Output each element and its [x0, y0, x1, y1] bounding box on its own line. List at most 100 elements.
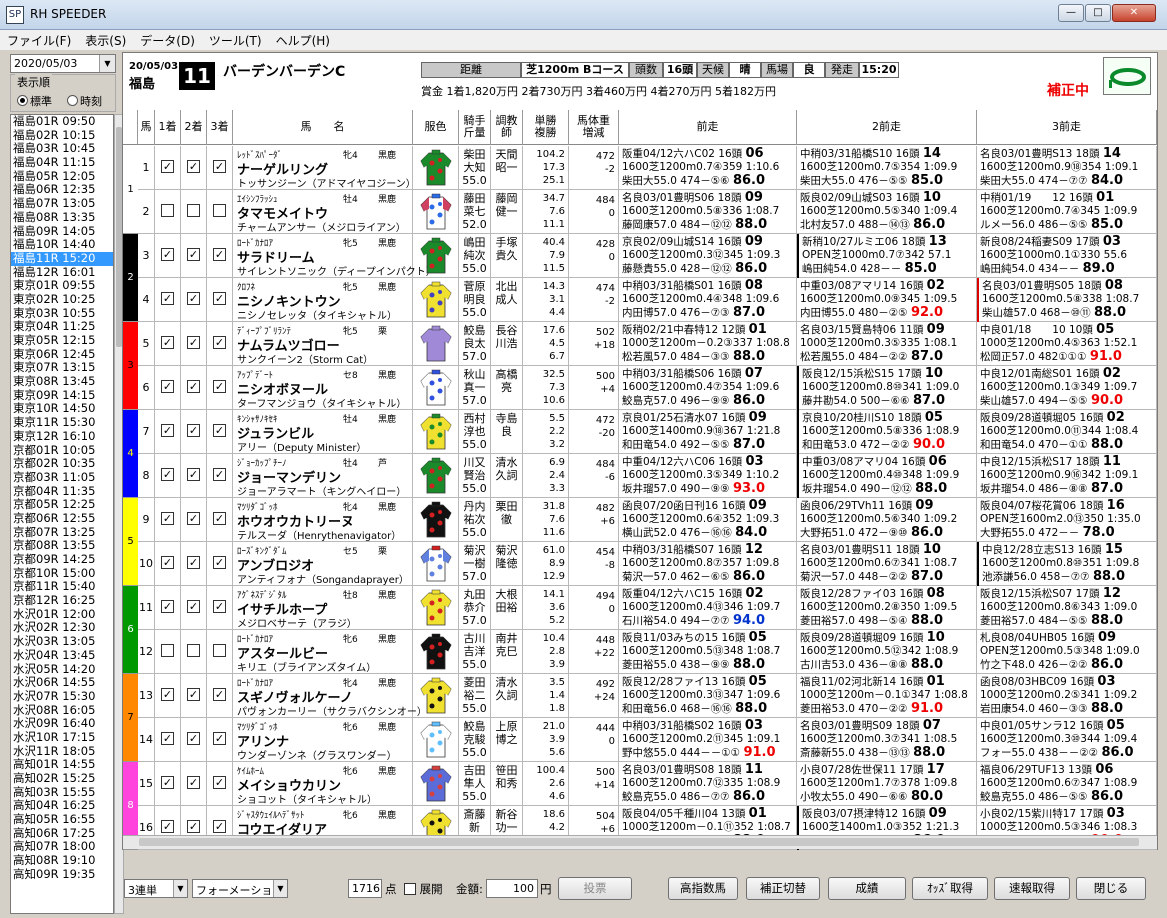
race-list-item[interactable]: 水沢10R 17:15 [11, 730, 113, 745]
horse-row[interactable]: 15 ✓ ✓ ✓ ｹｲﾑﾎｰﾑ 牝6 黒鹿 メイショウカリン ショコット（タイキシャトル） 吉田 … [138, 762, 1157, 806]
race-list-item[interactable]: 水沢01R 12:00 [11, 607, 113, 622]
prev-race-p2[interactable]: 名良03/01豊明S09 18頭 07 1600芝1200m0.3⑦341 1:0… [797, 718, 977, 762]
horse-name-cell[interactable]: ﾛｰﾄﾞｶﾅﾛｱ 牝5 黒鹿 サラドリーム サイレントソニック（ディープインパクト） [233, 234, 436, 278]
finish-checkbox[interactable]: ✓ [161, 556, 174, 569]
horse-name-cell[interactable]: ﾃﾞｨｰﾌﾟﾌﾞﾘﾗﾝﾃ 牝5 栗ナムラムツゴロー サンクイーン2（Storm Cat… [233, 322, 413, 366]
col-header-num[interactable]: 馬 [138, 110, 155, 145]
finish-checkbox[interactable]: ✓ [187, 380, 200, 393]
race-list-item[interactable]: 東京01R 09:55 [11, 279, 113, 293]
race-list-item[interactable]: 高知03R 15:55 [11, 785, 113, 800]
prev-race-p1[interactable]: 京良01/25石清水07 16頭 09 1600芝1400m0.9⑱367 1:2… [619, 410, 797, 454]
race-list-item[interactable]: 東京07R 13:15 [11, 361, 113, 375]
race-list-item[interactable]: 東京03R 10:55 [11, 306, 113, 321]
horse-row[interactable]: 10 ✓ ✓ ✓ ﾛｰｽﾞｷﾝｸﾞﾀﾞﾑ セ5 栗アンブロジオ アンティフォナ（Songand… [138, 542, 1157, 586]
prev-race-p3[interactable]: 福良06/29TUF13 13頭 06 1600芝1200m0.6⑦347 1:0… [977, 762, 1157, 806]
race-list-item[interactable]: 水沢05R 14:20 [11, 662, 113, 677]
race-list-item[interactable]: 福島11R 15:20 [11, 251, 113, 266]
race-list-item[interactable]: 京都10R 15:00 [11, 566, 113, 581]
race-list-item[interactable]: 福島06R 12:35 [11, 183, 113, 197]
finish-checkbox[interactable]: ✓ [161, 380, 174, 393]
horse-name-cell[interactable]: ｼﾞｮｰｶｯﾌﾟﾁｰﾉ 牡4 芦ジョーマンデリン ジョーアラマート（キングヘイロー） [233, 454, 413, 498]
race-list-item[interactable]: 福島07R 13:05 [11, 196, 113, 211]
finish-checkbox[interactable]: ✓ [161, 776, 174, 789]
race-list-item[interactable]: 東京11R 15:30 [11, 415, 113, 430]
horse-name-cell[interactable]: ﾛｰﾄﾞｶﾅﾛｱ 牝4 黒鹿 スギノヴォルケーノ パヴォンカーリー（サクラバクシンオー） [233, 674, 427, 718]
scrollbar-thumb[interactable] [139, 838, 1139, 846]
finish-checkbox[interactable]: ✓ [187, 688, 200, 701]
menu-file[interactable]: ファイル(F) [0, 30, 78, 51]
horse-row[interactable]: 6 ✓ ✓ ✓ ｱｯﾌﾟﾃﾞｰﾄ セ8 黒鹿 ニシオボヌール ターフマンジョウ（タイキシャトル）… [138, 366, 1157, 410]
finish-checkbox[interactable]: ✓ [213, 424, 226, 437]
horse-name-cell[interactable]: ﾛｰﾄﾞｶﾅﾛｱ 牝6 黒鹿 アスタールビー キリエ（ブライアンズタイム） [233, 630, 413, 674]
prev-race-p3[interactable]: 新良08/24稲妻S09 17頭 03 1600芝1000m0.1①330 55.… [977, 234, 1157, 278]
horse-row[interactable]: 4 ✓ ✓ ✓ ｸﾛﾌﾈ 牝5 黒鹿 ニシノキントウン ニシノセレッタ（タイキシャトル） 菅原 明… [138, 278, 1157, 322]
col-header-1st[interactable]: 1着 [155, 110, 181, 145]
finish-checkbox[interactable]: ✓ [213, 820, 226, 833]
horse-name-cell[interactable]: ｹｲﾑﾎｰﾑ 牝6 黒鹿 メイショウカリン ショコット（タイキシャトル） [233, 762, 413, 806]
prev-race-p2[interactable]: 京良10/20桂川S10 18頭 05 1600芝1200m0.5⑧336 1:0… [797, 410, 977, 454]
prev-race-p3[interactable]: 中良12/01南総S01 16頭 02 1600芝1200m0.1③349 1:0… [977, 366, 1157, 410]
finish-checkbox[interactable] [187, 204, 200, 217]
finish-checkbox[interactable]: ✓ [187, 820, 200, 833]
bet-type-select[interactable]: 3連単 ▼ [124, 879, 188, 898]
prev-race-p1[interactable]: 中稍03/31船橋S07 16頭 12 1600芝1200m0.8⑦357 1:0… [619, 542, 797, 586]
prev-race-p3[interactable]: 中良12/15浜松S17 18頭 11 1600芝1200m0.9⑯342 1:0… [977, 454, 1157, 498]
bet-mode-select[interactable]: フォーメーション ▼ [192, 879, 288, 898]
prev-race-p3[interactable]: 中良12/28立志S13 16頭 15 1600芝1200m0.8⑩351 1:0… [977, 542, 1157, 586]
race-list-item[interactable]: 東京08R 13:45 [11, 374, 113, 389]
close-window-button[interactable]: 閉じる [1076, 877, 1146, 900]
finish-checkbox[interactable]: ✓ [213, 292, 226, 305]
finish-checkbox[interactable]: ✓ [161, 820, 174, 833]
date-select[interactable]: 2020/05/03 ▼ [10, 54, 116, 73]
race-list-item[interactable]: 水沢07R 15:30 [11, 689, 113, 704]
col-header-odds[interactable]: 単勝 複勝 [523, 110, 569, 145]
finish-checkbox[interactable]: ✓ [161, 732, 174, 745]
finish-checkbox[interactable]: ✓ [187, 336, 200, 349]
finish-checkbox[interactable]: ✓ [213, 160, 226, 173]
finish-checkbox[interactable]: ✓ [213, 248, 226, 261]
horse-row[interactable]: 3 ✓ ✓ ✓ ﾛｰﾄﾞｶﾅﾛｱ 牝5 黒鹿 サラドリーム サイレントソニック（ディープインパク… [138, 234, 1157, 278]
prev-race-p1[interactable]: 中稍03/31船橋S02 16頭 03 1600芝1200m0.2⑪345 1:0… [619, 718, 797, 762]
chevron-down-icon[interactable]: ▼ [99, 55, 115, 72]
horse-row[interactable]: 1 ✓ ✓ ✓ ﾚｯﾄﾞｽﾊﾟｰﾀﾞ 牝4 黒鹿 ナーゲルリング トッサンジーン（アドマイヤコジ… [138, 146, 1157, 190]
prev-race-p2[interactable]: 名良03/01豊明S11 18頭 10 1600芝1200m0.6⑦341 1:0… [797, 542, 977, 586]
finish-checkbox[interactable]: ✓ [161, 292, 174, 305]
horse-row[interactable]: 5 ✓ ✓ ✓ ﾃﾞｨｰﾌﾟﾌﾞﾘﾗﾝﾃ 牝5 栗ナムラムツゴロー サンクイーン2（Storm… [138, 322, 1157, 366]
finish-checkbox[interactable]: ✓ [187, 732, 200, 745]
prev-race-p1[interactable]: 中稍03/31船橋S06 16頭 07 1600芝1200m0.4⑦354 1:0… [619, 366, 797, 410]
finish-checkbox[interactable]: ✓ [187, 292, 200, 305]
race-list-item[interactable]: 東京05R 12:15 [11, 333, 113, 348]
prev-race-p1[interactable]: 名良03/01豊明S08 18頭 11 1600芝1200m0.7⑫335 1:0… [619, 762, 797, 806]
prev-race-p2[interactable]: 阪良12/15浜松S15 17頭 10 1600芝1200m0.8⑩341 1:0… [797, 366, 977, 410]
finish-checkbox[interactable]: ✓ [161, 600, 174, 613]
expand-checkbox[interactable]: 展開 [404, 881, 443, 897]
horse-name-cell[interactable]: ｱｯﾌﾟﾃﾞｰﾄ セ8 黒鹿 ニシオボヌール ターフマンジョウ（タイキシャトル） [233, 366, 413, 410]
race-list-item[interactable]: 水沢03R 13:05 [11, 634, 113, 649]
finish-checkbox[interactable]: ✓ [161, 688, 174, 701]
race-list-item[interactable]: 京都04R 11:35 [11, 484, 113, 499]
menu-help[interactable]: ヘルプ(H) [269, 30, 337, 51]
race-list-item[interactable]: 福島10R 14:40 [11, 237, 113, 252]
finish-checkbox[interactable] [161, 204, 174, 217]
minimize-button[interactable]: — [1058, 4, 1084, 22]
race-list-item[interactable]: 水沢09R 16:40 [11, 717, 113, 731]
race-list-item[interactable]: 東京09R 14:15 [11, 388, 113, 403]
col-header-3rd[interactable]: 3着 [207, 110, 233, 145]
finish-checkbox[interactable]: ✓ [213, 336, 226, 349]
finish-checkbox[interactable]: ✓ [187, 248, 200, 261]
race-list-item[interactable]: 福島08R 13:35 [11, 210, 113, 225]
finish-checkbox[interactable]: ✓ [213, 776, 226, 789]
prev-race-p3[interactable]: 函良08/03HBC09 16頭 03 1000芝1200m0.2⑤341 1:0… [977, 674, 1157, 718]
finish-checkbox[interactable]: ✓ [213, 556, 226, 569]
vote-button[interactable]: 投票 [558, 877, 632, 900]
horizontal-scrollbar[interactable] [123, 835, 1157, 849]
horse-row[interactable]: 11 ✓ ✓ ✓ ｱｸﾞﾈｽﾃﾞｼﾞﾀﾙ 牡8 黒鹿 イサチルホープ メジロベサーテ（アラジ）丸… [138, 586, 1157, 630]
prev-race-p2[interactable]: 函良06/29TVh11 16頭 09 1600芝1200m0.5⑥340 1:0… [797, 498, 977, 542]
horse-row[interactable]: 2 ｴｲｼﾝﾌﾗｯｼｭ 牡4 黒鹿 タマモメイトウ チャームアンサー（メジロライアン） 藤田… [138, 190, 1157, 234]
high-index-button[interactable]: 高指数馬 [668, 877, 738, 900]
amount-field[interactable]: 100 [486, 879, 538, 898]
race-list-item[interactable]: 高知02R 15:25 [11, 771, 113, 786]
finish-checkbox[interactable]: ✓ [187, 424, 200, 437]
race-list-item[interactable]: 東京10R 14:50 [11, 402, 113, 416]
race-list-item[interactable]: 福島09R 14:05 [11, 224, 113, 239]
